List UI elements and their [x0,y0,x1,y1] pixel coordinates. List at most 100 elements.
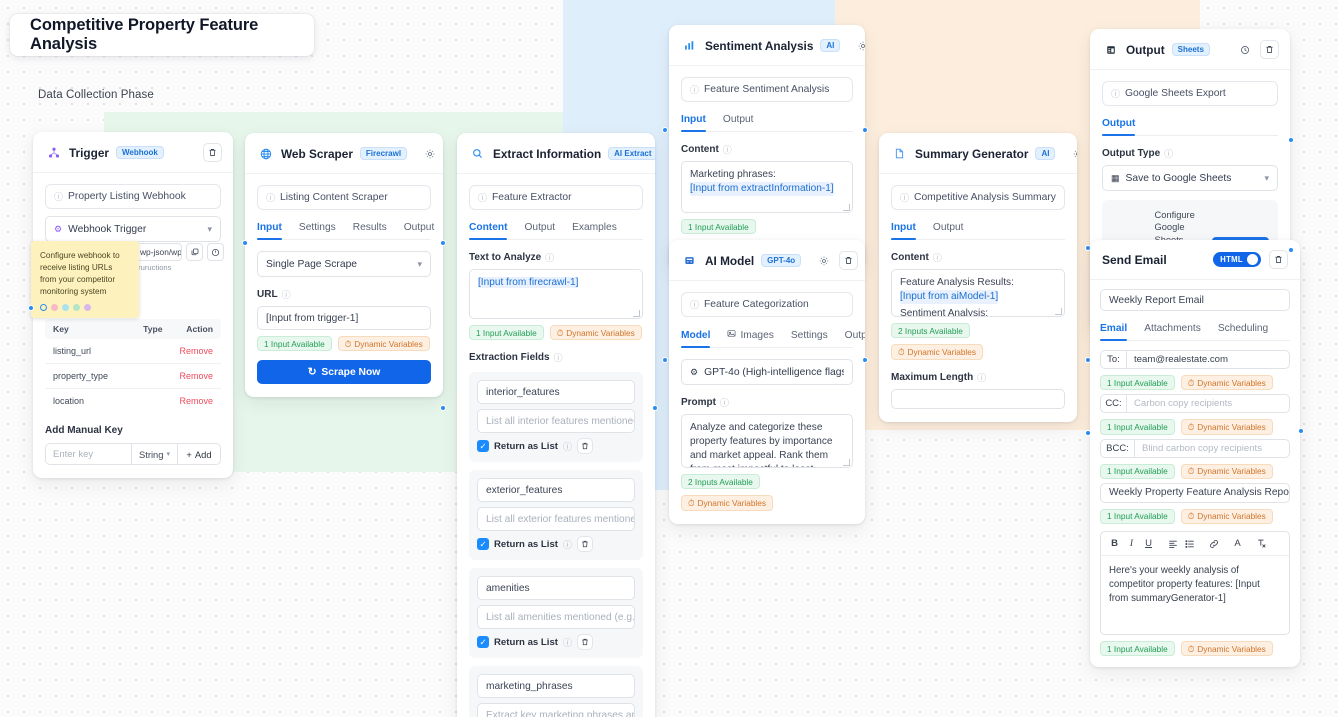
subject-input[interactable]: Weekly Property Feature Analysis Report [1100,482,1290,503]
font-color-icon[interactable]: A [1229,536,1246,551]
sticky-color-palette[interactable] [40,304,91,311]
return-as-list-checkbox[interactable]: ✓ [477,538,489,551]
to-input[interactable]: team@realestate.com [1126,350,1290,369]
dynamic-variables-badge[interactable]: ⏱ Dynamic Variables [1180,641,1273,657]
field-desc-input[interactable]: List all interior features mentioned (e.… [477,409,635,434]
ai-model-tabs[interactable]: Model Images Settings Output [681,329,865,348]
text-to-analyze-textarea[interactable]: [Input from firecrawl-1] [469,269,643,319]
html-toggle[interactable]: HTML [1213,252,1261,267]
field-name-input[interactable]: interior_features [477,380,635,405]
gear-icon[interactable] [854,37,865,54]
trash-icon[interactable] [577,536,593,553]
manual-key-input[interactable]: Enter key [45,443,131,465]
email-body-text[interactable]: Here's your weekly analysis of competito… [1101,556,1289,634]
color-swatch-pink[interactable] [51,304,58,311]
tab-output[interactable]: Output [723,114,754,131]
field-name-input[interactable]: marketing_phrases [477,674,635,699]
return-as-list-checkbox[interactable]: ✓ [477,636,489,649]
trash-icon[interactable] [839,251,859,270]
scrape-mode-select[interactable]: Single Page Scrape ▾ [257,251,431,277]
port-extract-in[interactable] [440,405,446,411]
tab-input[interactable]: Input [257,222,282,240]
gear-icon[interactable] [1069,145,1077,162]
tab-examples[interactable]: Examples [572,222,617,239]
rich-text-editor[interactable]: B I U A Here's your weekly analysis of c… [1100,531,1290,636]
tab-attachments[interactable]: Attachments [1144,323,1201,340]
trash-icon[interactable] [1269,250,1288,269]
extract-tabs[interactable]: Content Output Examples [469,222,643,240]
port-scraper-in[interactable] [242,240,248,246]
node-ai-model[interactable]: AI Model GPT-4o ⓘ Feature Categorization… [669,240,865,524]
bold-icon[interactable]: B [1106,536,1123,551]
node-web-scraper[interactable]: Web Scraper Firecrawl ⓘ Listing Content … [245,133,443,398]
field-name-input[interactable]: amenities [477,576,635,601]
dynamic-variables-badge[interactable]: ⏱ Dynamic Variables [681,495,774,511]
send-email-tabs[interactable]: Email Attachments Scheduling [1100,323,1290,341]
summary-tabs[interactable]: Input Output [891,222,1065,240]
bcc-input[interactable]: Blind carbon copy recipients [1134,438,1290,458]
port-trigger-in[interactable] [28,305,34,311]
italic-icon[interactable]: I [1123,536,1140,551]
node-send-email[interactable]: Send Email HTML Weekly Report Email Emai… [1090,240,1300,668]
port-email-side[interactable] [1298,428,1304,434]
underline-icon[interactable]: U [1140,536,1157,551]
content-textarea[interactable]: Marketing phrases: [Input from extractIn… [681,161,853,213]
sentiment-name-input[interactable]: ⓘ Feature Sentiment Analysis [681,77,853,102]
output-type-select[interactable]: ▦ Save to Google Sheets ▾ [1102,165,1278,191]
port-email-in[interactable] [1085,245,1091,251]
field-desc-input[interactable]: Extract key marketing phrases and descri… [477,703,635,717]
tab-settings[interactable]: Settings [299,222,336,239]
output-tabs[interactable]: Output [1102,118,1278,136]
port-summary-out[interactable] [1085,430,1091,436]
remove-link[interactable]: Remove [179,346,213,356]
trigger-type-select[interactable]: ⚙ Webhook Trigger ▾ [45,216,221,242]
tab-input[interactable]: Input [891,222,916,240]
node-sentiment-analysis[interactable]: Sentiment Analysis AI ⓘ Feature Sentimen… [669,25,865,269]
dynamic-variables-badge[interactable]: ⏱ Dynamic Variables [1180,508,1273,525]
color-swatch-green[interactable] [73,304,80,311]
trash-icon[interactable] [203,143,222,162]
cc-input[interactable]: Carbon copy recipients [1126,394,1290,414]
dynamic-variables-badge[interactable]: ⏱ Dynamic Variables [337,336,430,352]
node-extract-information[interactable]: Extract Information AI Extract ⓘ Feature… [457,133,655,717]
port-sentiment-in[interactable] [662,127,668,133]
color-swatch-purple[interactable] [84,304,91,311]
tab-results[interactable]: Results [353,222,387,239]
dynamic-variables-badge[interactable]: ⏱ Dynamic Variables [1180,375,1273,391]
port-aimodel-in[interactable] [662,357,668,363]
web-scraper-tabs[interactable]: Input Settings Results Output [257,222,434,240]
resize-grip[interactable] [843,204,850,211]
field-desc-input[interactable]: List all exterior features mentioned (e.… [477,507,635,532]
port-extract-out[interactable] [652,405,658,411]
link-icon[interactable] [1205,536,1222,551]
scrape-now-button[interactable]: ↻ Scrape Now [257,360,431,385]
dynamic-variables-badge[interactable]: ⏱ Dynamic Variables [1180,419,1273,435]
tab-output[interactable]: Output [933,222,964,239]
gear-icon[interactable] [815,252,832,269]
color-swatch-white[interactable] [40,304,47,311]
port-output-right[interactable] [1288,137,1294,143]
tab-output[interactable]: Output [524,222,555,239]
node-summary-generator[interactable]: Summary Generator AI ⓘ Competitive Analy… [879,133,1077,422]
color-swatch-cyan[interactable] [62,304,69,311]
field-name-input[interactable]: exterior_features [477,478,635,503]
tab-scheduling[interactable]: Scheduling [1218,323,1268,340]
prompt-textarea[interactable]: Analyze and categorize these property fe… [681,414,853,468]
field-desc-input[interactable]: List all amenities mentioned (e.g., pool… [477,605,635,630]
workflow-canvas[interactable]: Competitive Property Feature Analysis Da… [0,0,1338,717]
port-scraper-out[interactable] [440,240,446,246]
tab-input[interactable]: Input [681,114,706,132]
dynamic-variables-badge[interactable]: ⏱ Dynamic Variables [1180,463,1273,479]
resize-grip[interactable] [633,310,640,317]
max-length-input[interactable] [891,388,1065,409]
summary-name-input[interactable]: ⓘ Competitive Analysis Summary [891,185,1065,210]
output-name-input[interactable]: ⓘ Google Sheets Export [1102,81,1278,106]
tab-content[interactable]: Content [469,222,508,240]
web-scraper-name-input[interactable]: ⓘ Listing Content Scraper [257,185,431,210]
tab-images[interactable]: Images [727,329,774,347]
gear-icon[interactable] [421,145,438,162]
port-aimodel-out[interactable] [862,357,868,363]
list-icon[interactable] [1181,536,1198,551]
port-summary-in[interactable] [1085,357,1091,363]
sentiment-tabs[interactable]: Input Output [681,114,853,132]
